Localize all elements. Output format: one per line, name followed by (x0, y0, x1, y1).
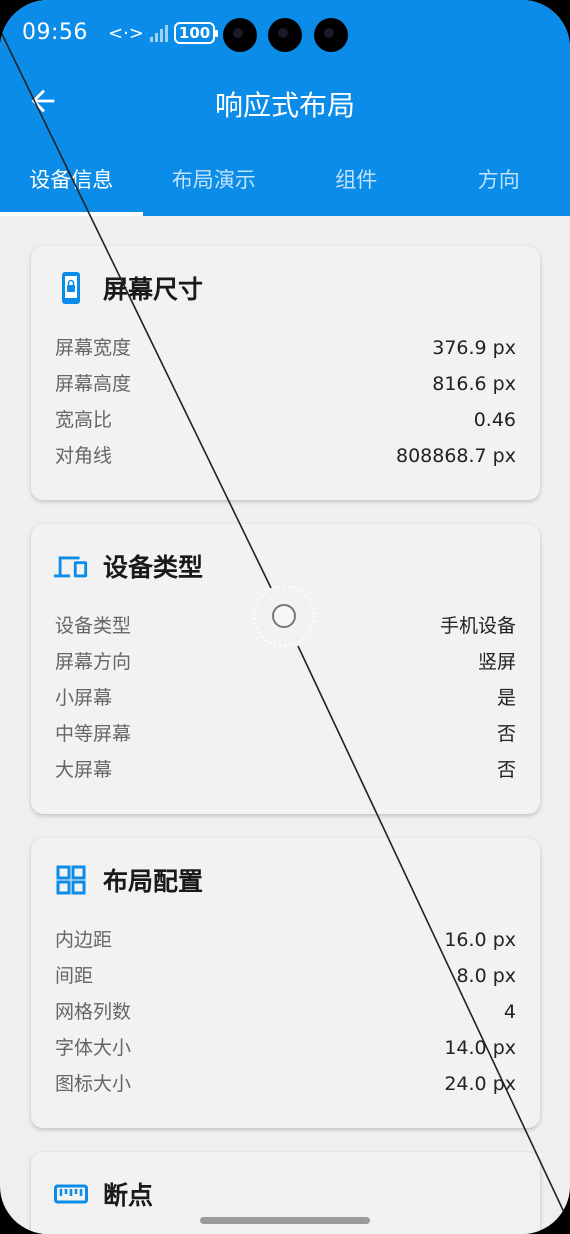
row-label: 屏幕方向 (55, 651, 132, 673)
camera-cutout (223, 18, 257, 52)
info-row: 屏幕方向 竖屏 (55, 644, 516, 680)
info-row: 小屏幕 是 (55, 680, 516, 716)
row-value: 808868.7 px (395, 445, 516, 467)
row-label: 内边距 (55, 929, 113, 951)
card-title: 断点 (103, 1181, 154, 1210)
tab-orientation[interactable]: 方向 (428, 140, 570, 216)
row-value: 816.6 px (432, 373, 516, 395)
info-row: 对角线 808868.7 px (55, 438, 516, 474)
info-row: 网格列数 4 (55, 994, 516, 1030)
info-row: 字体大小 14.0 px (55, 1030, 516, 1066)
info-row: 间距 8.0 px (55, 958, 516, 994)
card-title: 屏幕尺寸 (103, 275, 204, 304)
row-value: 0.46 (473, 409, 516, 431)
row-value: 竖屏 (477, 651, 516, 673)
row-label: 屏幕宽度 (55, 337, 132, 359)
card-title: 设备类型 (103, 553, 204, 582)
card-device-type: 设备类型 设备类型 手机设备 屏幕方向 竖屏 小屏幕是 中等屏幕否 大屏幕否 (31, 524, 540, 814)
tab-components[interactable]: 组件 (285, 140, 428, 216)
home-indicator[interactable] (200, 1217, 370, 1224)
row-label: 字体大小 (55, 1037, 132, 1059)
row-value: 4 (503, 1001, 516, 1023)
row-label: 对角线 (55, 445, 113, 467)
row-value: 8.0 px (456, 965, 516, 987)
tab-layout-demo[interactable]: 布局演示 (143, 140, 286, 216)
row-label: 间距 (55, 965, 94, 987)
card-header: 布局配置 (53, 862, 203, 898)
card-layout-config: 布局配置 内边距 16.0 px 间距 8.0 px 网格列数 4 字体大小 14.0 … (31, 838, 540, 1128)
row-label: 设备类型 (55, 615, 132, 637)
info-row: 宽高比 0.46 (55, 402, 516, 438)
row-value: 24.0 px (444, 1073, 516, 1095)
battery-icon: 100 (173, 22, 219, 44)
row-value: 376.9 px (432, 337, 516, 359)
grid-icon (53, 862, 89, 898)
ruler-icon (53, 1176, 89, 1212)
card-header: 屏幕尺寸 (53, 270, 203, 306)
info-row: 内边距 16.0 px (55, 922, 516, 958)
info-row: 中等屏幕 否 (55, 716, 516, 752)
row-label: 网格列数 (55, 1001, 132, 1023)
row-value: 手机设备 (439, 615, 516, 637)
info-rows: 屏幕宽度 376.9 px 屏幕高度 816.6 px 宽高比 0.46 对角线 808… (55, 330, 516, 474)
info-row: 大屏幕 否 (55, 752, 516, 788)
devices-icon (53, 548, 89, 584)
content-scroll[interactable]: 屏幕尺寸 屏幕宽度 376.9 px 屏幕高度 816.6 px 宽高比 0.46 对… (0, 216, 570, 1234)
row-label: 宽高比 (55, 409, 113, 431)
row-value: 是 (496, 687, 516, 709)
row-label: 大屏幕 (55, 759, 113, 781)
row-value: 否 (496, 723, 516, 745)
page-title: 响应式布局 (214, 89, 355, 122)
status-icons: <·> 100 (108, 22, 219, 44)
row-label: 屏幕高度 (55, 373, 132, 395)
row-value: 否 (496, 759, 516, 781)
signal-icon (149, 24, 168, 42)
row-label: 小屏幕 (55, 687, 113, 709)
card-header: 断点 (53, 1176, 153, 1212)
info-row: 设备类型 手机设备 (55, 608, 516, 644)
row-label: 中等屏幕 (55, 723, 132, 745)
phone-lock-icon (53, 270, 89, 306)
camera-cutout (268, 18, 302, 52)
row-value: 14.0 px (444, 1037, 516, 1059)
row-label: 图标大小 (55, 1073, 132, 1095)
camera-cutout (314, 18, 348, 52)
app-screen: 09:56 <·> 100 响应式布局 设备信息 布局演示 组件 方向 屏幕尺寸… (0, 0, 570, 1234)
network-speed-icon: <·> (108, 22, 144, 44)
info-rows: 内边距 16.0 px 间距 8.0 px 网格列数 4 字体大小 14.0 px 图标… (55, 922, 516, 1102)
status-bar: 09:56 <·> 100 (0, 0, 570, 70)
tab-bar: 设备信息 布局演示 组件 方向 (0, 140, 570, 216)
card-header: 设备类型 (53, 548, 203, 584)
status-time: 09:56 (22, 20, 88, 45)
toolbar: 响应式布局 (0, 70, 570, 134)
card-title: 布局配置 (103, 867, 204, 896)
info-rows: 设备类型 手机设备 屏幕方向 竖屏 小屏幕是 中等屏幕否 大屏幕否 (55, 608, 516, 788)
info-row: 屏幕高度 816.6 px (55, 366, 516, 402)
card-screen-size: 屏幕尺寸 屏幕宽度 376.9 px 屏幕高度 816.6 px 宽高比 0.46 对… (31, 246, 540, 500)
row-value: 16.0 px (444, 929, 516, 951)
info-row: 图标大小 24.0 px (55, 1066, 516, 1102)
app-bar: 09:56 <·> 100 响应式布局 设备信息 布局演示 组件 方向 (0, 0, 570, 216)
tab-device-info[interactable]: 设备信息 (0, 140, 143, 216)
info-row: 屏幕宽度 376.9 px (55, 330, 516, 366)
